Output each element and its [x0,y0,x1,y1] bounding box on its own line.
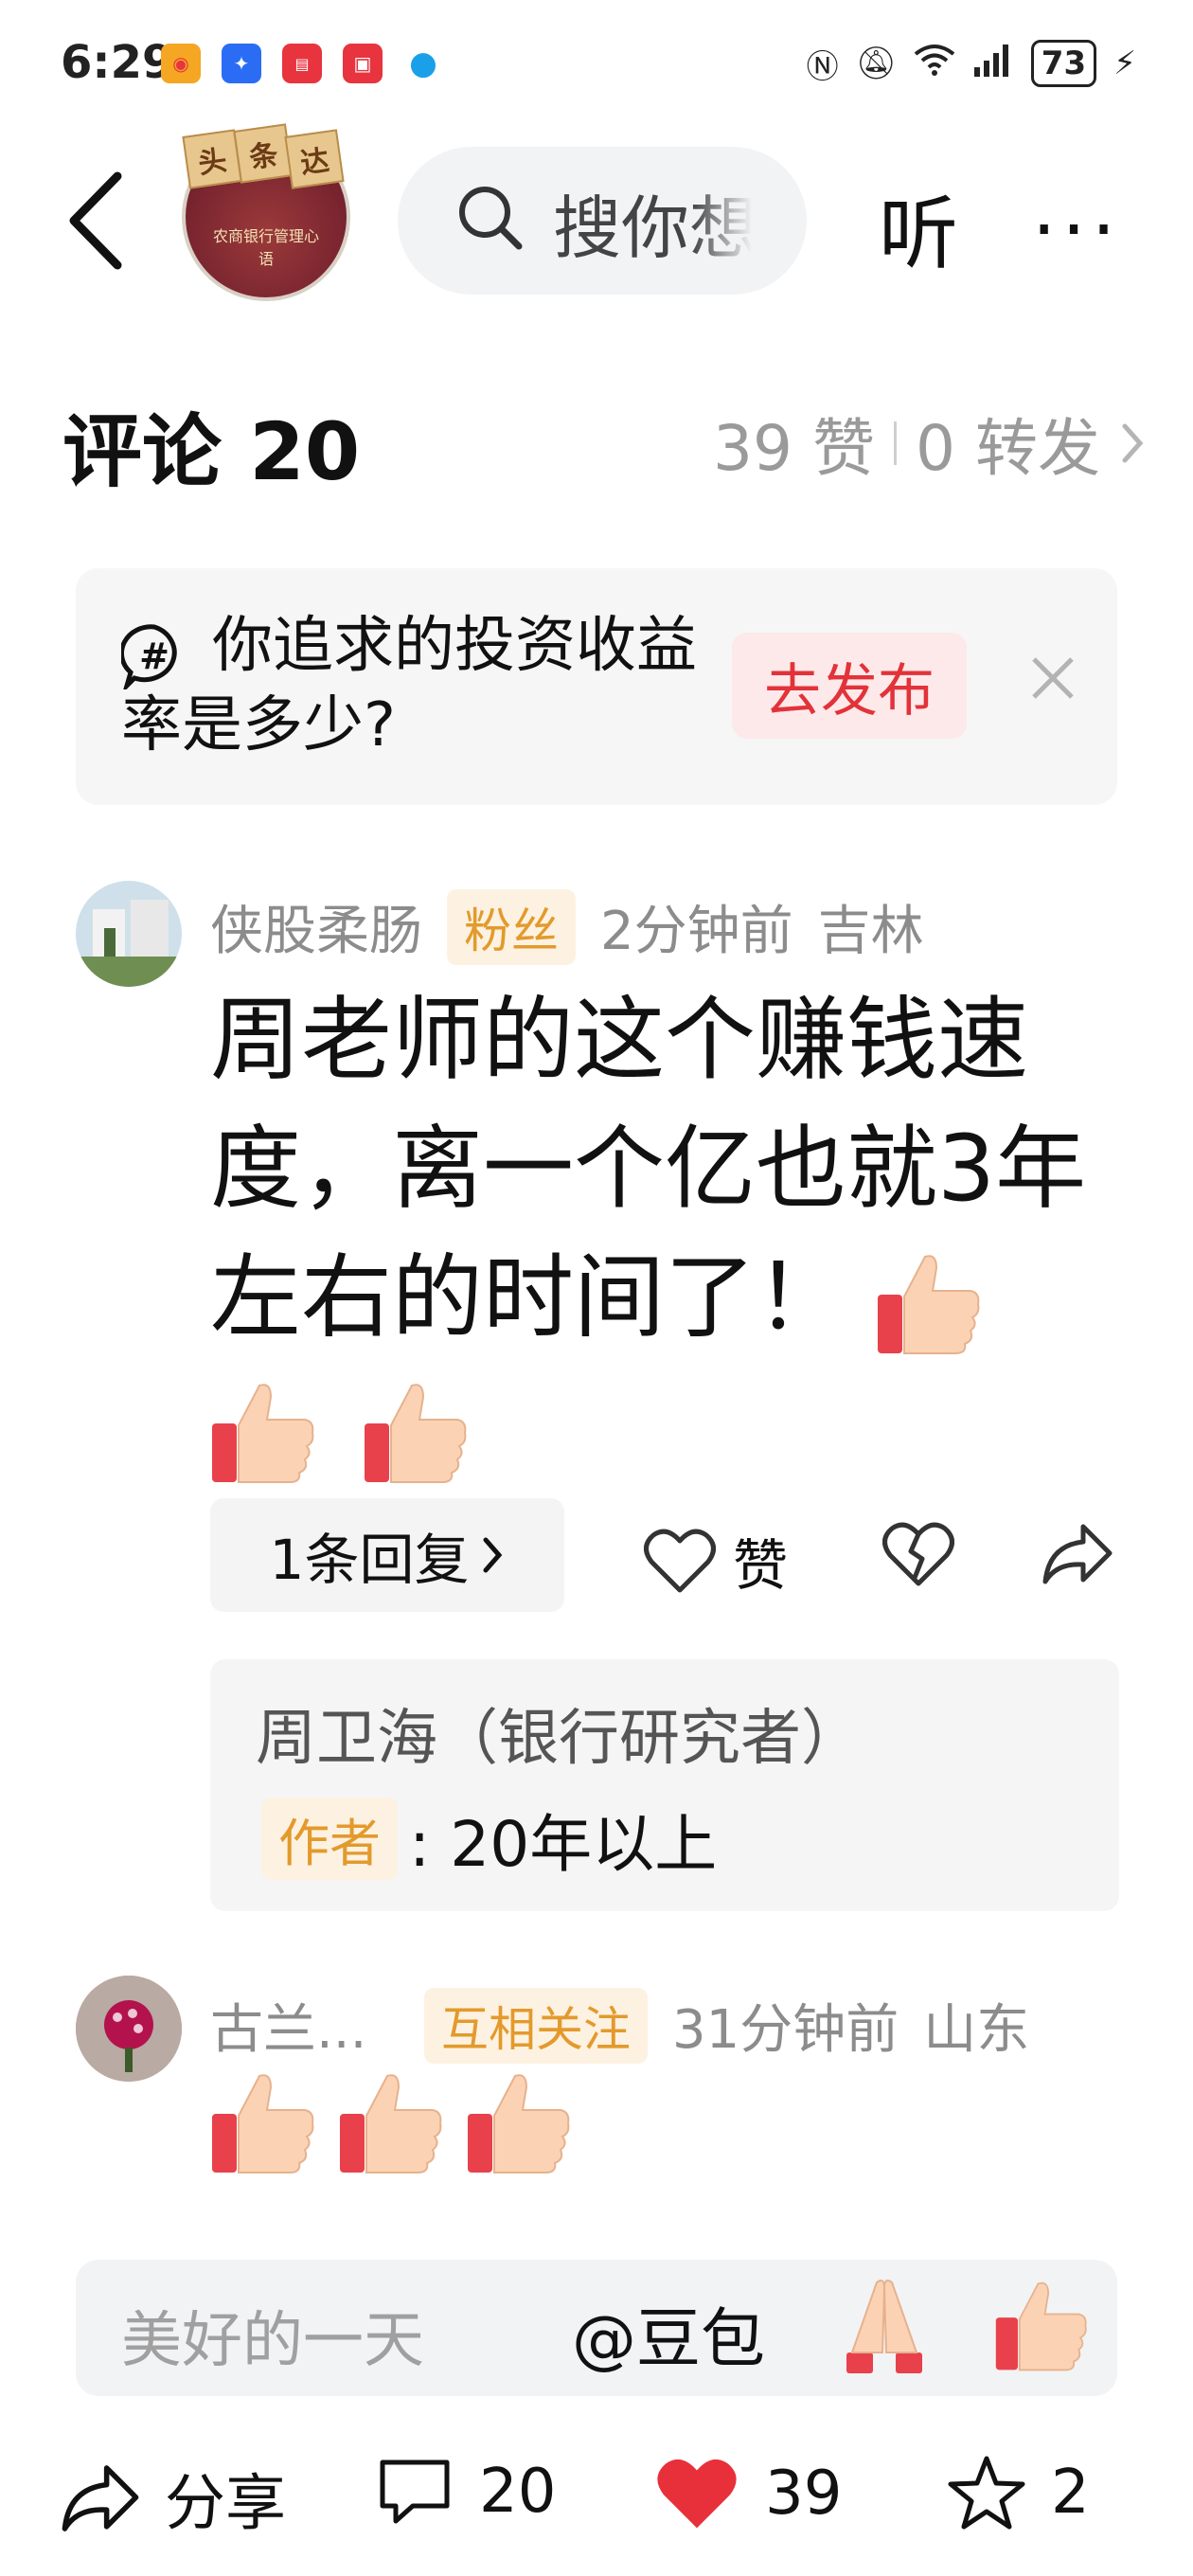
comment-time: 2分钟前 [600,901,793,962]
reposts-count: 0 转发 [916,412,1100,485]
author-reply-name[interactable]: 周卫海（银行研究者） [256,1690,862,1777]
comments-title: 评论 20 [62,405,361,498]
creator-badge: 头 条 达 [182,123,345,189]
hashtag-icon: # [119,623,187,694]
comment-text[interactable]: 周老师的这个赚钱速度，离一个亿也就3年左右的时间了！ [210,975,1119,1491]
thumbs-up-emoji [210,1378,316,1488]
share-label: 分享 [165,2469,286,2539]
comment-count: 20 [479,2457,557,2527]
comment-meta: 侠股柔肠 粉丝 2分钟前 吉林 [210,888,924,965]
commenter-name[interactable]: 古兰... [210,1987,400,2064]
search-icon [454,182,525,252]
weibo-icon: ◉ [161,44,201,83]
comment-meta: 古兰... 互相关注 31分钟前 山东 [210,1987,1029,2064]
chevron-left-icon [69,171,122,270]
favorite-count: 2 [1051,2458,1090,2528]
signal-icon [972,43,1014,85]
system-status-icons: Ⓝ 🔕︎ 73 ⚡︎ [807,40,1136,87]
post-stats[interactable]: 39 赞 0 转发 [713,398,1146,489]
author-reply-text: : 20年以上 [409,1808,718,1881]
favorite-button[interactable]: 2 [947,2455,1090,2531]
badge-char: 头 [182,129,242,189]
status-time: 6:29 [61,36,174,89]
fan-tag: 粉丝 [447,888,576,965]
thumbs-up-emoji-button[interactable] [994,2277,1089,2379]
chevron-right-icon [483,1537,503,1573]
toutiao-icon: ▤ [282,44,322,83]
reply-count-label: 1条回复 [269,1528,470,1592]
thumbs-up-emoji [338,2068,444,2178]
comment-emoji-row[interactable] [210,2068,572,2178]
close-icon[interactable] [1024,650,1081,707]
like-count: 39 [765,2459,843,2529]
thumbs-up-emoji [466,2068,572,2178]
dislike-button[interactable] [882,1521,954,1591]
thumbs-up-emoji [995,2281,1087,2371]
mention-doubao-button[interactable]: @豆包 [572,2286,765,2380]
comment-input-placeholder[interactable]: 美好的一天 [121,2292,528,2379]
svg-text:#: # [139,635,169,677]
listen-button[interactable]: 听 [879,170,958,285]
pray-emoji-button[interactable] [839,2273,930,2381]
commenter-avatar[interactable] [76,881,182,987]
chevron-right-icon [1122,423,1144,463]
notification-app-icons: ◉ ✦ ▤ ▣ ● [161,44,443,83]
mute-icon: 🔕︎ [855,45,897,82]
like-button[interactable]: 赞 [644,1521,788,1601]
nfc-icon: Ⓝ [806,47,839,86]
battery-indicator: 73 [1030,40,1097,87]
thumbs-up-emoji [210,2068,316,2178]
like-post-button[interactable]: 39 [653,2455,842,2532]
comment-location: 吉林 [817,901,924,962]
thumbs-up-emoji [363,1378,469,1488]
share-comment-button[interactable] [1042,1521,1113,1591]
pray-emoji-icon [846,2280,922,2373]
badge-char: 条 [233,123,294,184]
comment-location: 山东 [923,1999,1030,2061]
share-arrow-icon [1042,1524,1113,1584]
topic-text: 你追求的投资收益率是多少? [121,611,697,760]
edge-icon: ● [403,44,443,83]
share-arrow-icon [62,2465,139,2531]
bulb-app-icon: ✦ [222,44,261,83]
charging-icon: ⚡︎ [1113,45,1136,82]
search-placeholder[interactable]: 搜你想 [553,172,752,272]
divider [894,421,898,465]
publish-button[interactable]: 去发布 [732,633,967,739]
star-icon [948,2456,1025,2530]
share-button[interactable]: 分享 [61,2455,286,2542]
badge-char: 达 [284,129,345,189]
back-button[interactable] [62,169,129,273]
broken-heart-icon [882,1522,954,1586]
comment-bubble-icon [380,2460,450,2524]
heart-filled-icon [657,2459,737,2529]
author-tag: 作者 [261,1798,398,1880]
wifi-icon [914,43,955,85]
comments-button[interactable]: 20 [375,2455,556,2529]
like-label: 赞 [733,1533,789,1598]
heart-outline-icon [644,1529,716,1593]
mutual-follow-tag: 互相关注 [424,1987,648,2064]
commenter-avatar[interactable] [76,1976,182,2082]
more-button[interactable]: ··· [1032,186,1121,274]
thumbs-up-emoji [876,1249,982,1359]
avatar-book-title: 农商银行管理心语 [212,227,319,268]
commenter-name[interactable]: 侠股柔肠 [210,888,422,965]
tv-app-icon: ▣ [343,44,383,83]
comment-time: 31分钟前 [672,1999,899,2061]
view-replies-button[interactable]: 1条回复 [210,1498,564,1612]
likes-count: 39 赞 [713,412,876,485]
